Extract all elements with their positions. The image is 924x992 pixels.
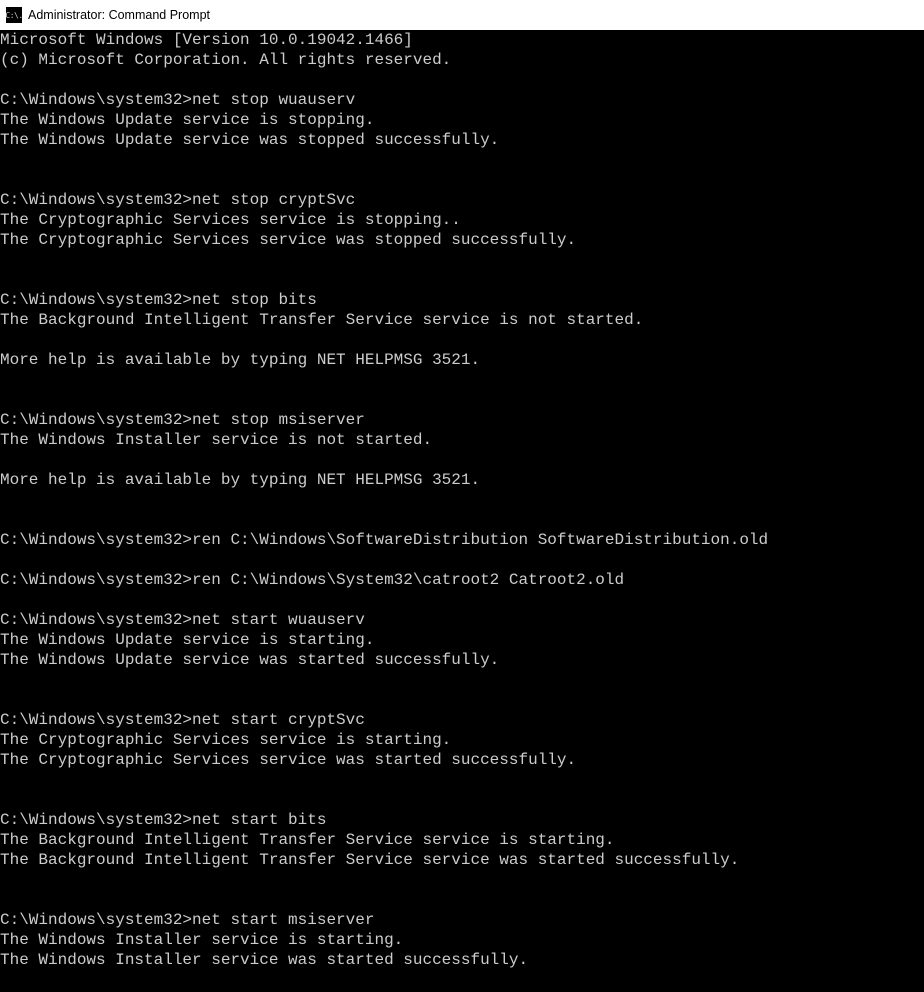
terminal-line: (c) Microsoft Corporation. All rights re… [0,50,924,70]
terminal-line [0,790,924,810]
terminal-line: The Windows Update service is stopping. [0,110,924,130]
terminal-line [0,490,924,510]
terminal-line: C:\Windows\system32>net start bits [0,810,924,830]
window-titlebar[interactable]: C:\. Administrator: Command Prompt [0,0,924,30]
terminal-line [0,510,924,530]
terminal-line: Microsoft Windows [Version 10.0.19042.14… [0,30,924,50]
terminal-line: The Background Intelligent Transfer Serv… [0,830,924,850]
terminal-line: C:\Windows\system32>net start wuauserv [0,610,924,630]
terminal-line: The Background Intelligent Transfer Serv… [0,310,924,330]
terminal-line: C:\Windows\system32>net start cryptSvc [0,710,924,730]
terminal-line: The Cryptographic Services service is st… [0,730,924,750]
terminal-line: C:\Windows\system32>ren C:\Windows\Softw… [0,530,924,550]
terminal-line [0,590,924,610]
terminal-line [0,690,924,710]
terminal-line [0,770,924,790]
terminal-line: C:\Windows\system32>net stop wuauserv [0,90,924,110]
terminal-output[interactable]: Microsoft Windows [Version 10.0.19042.14… [0,30,924,970]
terminal-line [0,70,924,90]
terminal-line: The Windows Update service was stopped s… [0,130,924,150]
terminal-line [0,270,924,290]
window-title: Administrator: Command Prompt [28,8,210,22]
terminal-line: The Cryptographic Services service was s… [0,750,924,770]
terminal-line: The Windows Installer service is startin… [0,930,924,950]
terminal-line [0,550,924,570]
terminal-line: C:\Windows\system32>net start msiserver [0,910,924,930]
terminal-line [0,890,924,910]
terminal-line: The Windows Update service is starting. [0,630,924,650]
terminal-line: The Cryptographic Services service was s… [0,230,924,250]
terminal-line: More help is available by typing NET HEL… [0,470,924,490]
terminal-line: C:\Windows\system32>net stop cryptSvc [0,190,924,210]
terminal-line [0,170,924,190]
terminal-line: C:\Windows\system32>ren C:\Windows\Syste… [0,570,924,590]
terminal-line: C:\Windows\system32>net stop bits [0,290,924,310]
terminal-line [0,250,924,270]
terminal-line: The Background Intelligent Transfer Serv… [0,850,924,870]
cmd-icon: C:\. [6,7,22,23]
terminal-line [0,370,924,390]
terminal-line [0,390,924,410]
terminal-line: The Cryptographic Services service is st… [0,210,924,230]
terminal-line: The Windows Update service was started s… [0,650,924,670]
terminal-line [0,150,924,170]
terminal-line: More help is available by typing NET HEL… [0,350,924,370]
terminal-line [0,450,924,470]
terminal-line: C:\Windows\system32>net stop msiserver [0,410,924,430]
terminal-line [0,330,924,350]
terminal-line: The Windows Installer service was starte… [0,950,924,970]
terminal-line: The Windows Installer service is not sta… [0,430,924,450]
terminal-line [0,870,924,890]
terminal-line [0,670,924,690]
